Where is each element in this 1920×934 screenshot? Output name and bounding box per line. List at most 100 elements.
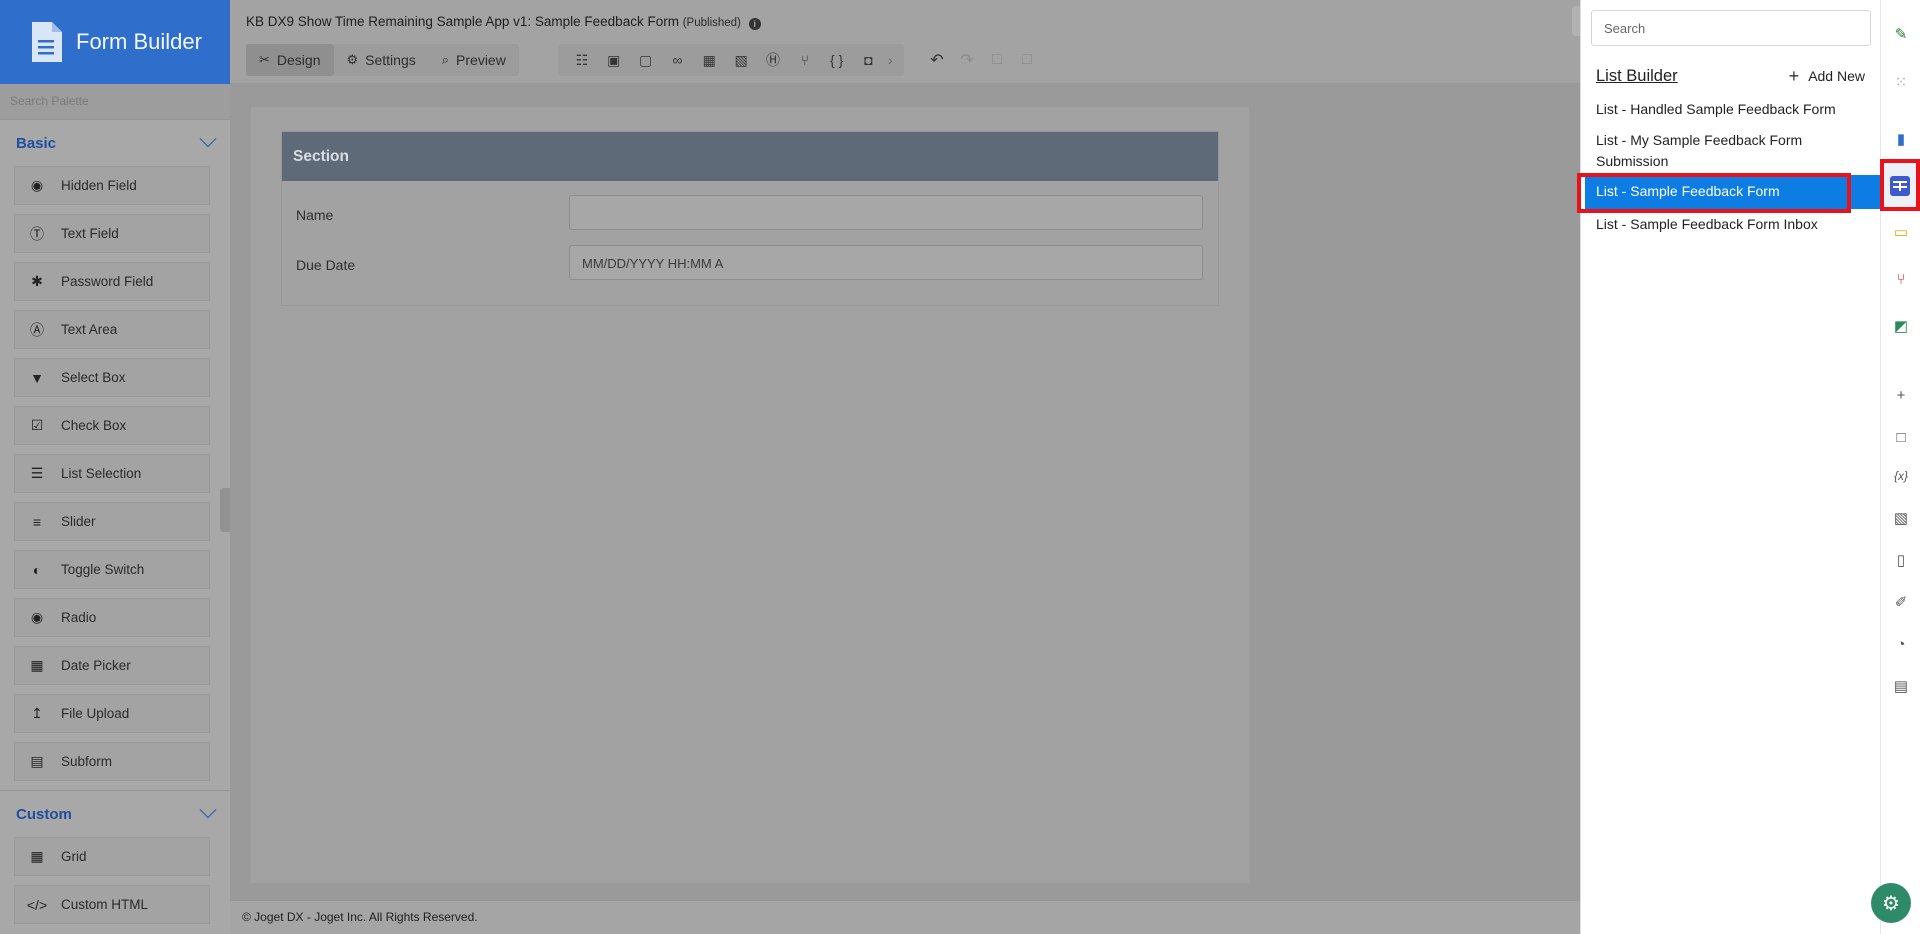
flyout-heading[interactable]: List Builder bbox=[1596, 67, 1678, 86]
builder-icon-rail: ✎ ⁙ ▮ ▭ ⑂ ◩ + □ {x} ▧ ▯ ✐ ◔ ▤ bbox=[1880, 0, 1920, 934]
add-new-button[interactable]: + Add New bbox=[1788, 66, 1865, 86]
plus-icon: + bbox=[1788, 66, 1800, 86]
tab-settings[interactable]: ⚙ Settings bbox=[334, 44, 429, 76]
palette-item-hidden-field[interactable]: ◉ Hidden Field bbox=[14, 166, 210, 205]
note-icon[interactable]: □ bbox=[1889, 425, 1913, 449]
tab-design[interactable]: ✂ Design bbox=[246, 44, 334, 76]
palette-item-custom-html[interactable]: </> Custom HTML bbox=[14, 885, 210, 924]
form-section[interactable]: Section Name Due Date MM/DD/YYYY HH:MM A bbox=[281, 131, 1219, 306]
flyout-list-item[interactable]: List - Handled Sample Feedback Form bbox=[1596, 99, 1868, 120]
tool-strip: ☷ ▣ ▢ ∞ ▦ ▧ Ⓗ ⑂ { } ◘ › bbox=[558, 44, 904, 76]
app-title: Form Builder bbox=[76, 29, 202, 54]
list-builder-flyout: Search List Builder + Add New List - Han… bbox=[1580, 0, 1880, 934]
fill-bucket-icon[interactable]: ◩ bbox=[1889, 314, 1913, 338]
subform-icon: ▤ bbox=[30, 753, 44, 769]
branch-icon[interactable]: ⑂ bbox=[789, 52, 821, 68]
gear-icon: ⚙ bbox=[346, 52, 359, 67]
calendar-icon: ▦ bbox=[30, 657, 44, 673]
log-icon[interactable]: ▤ bbox=[1889, 674, 1913, 698]
glasses-icon[interactable]: ∞ bbox=[662, 52, 694, 68]
userview-builder-icon[interactable]: ▭ bbox=[1889, 220, 1913, 244]
chevron-down-icon bbox=[199, 801, 217, 819]
chevron-right-icon[interactable]: › bbox=[884, 52, 896, 68]
undo-icon[interactable]: ↶ bbox=[922, 50, 952, 70]
design-icon: ✂ bbox=[259, 52, 270, 67]
preview-icon: ⌕ bbox=[441, 52, 450, 67]
palette-group-custom[interactable]: Custom bbox=[0, 791, 230, 837]
paste-icon[interactable]: □ bbox=[1012, 51, 1042, 69]
code-icon: </> bbox=[26, 896, 48, 913]
palette-item-date-picker[interactable]: ▦ Date Picker bbox=[14, 646, 210, 685]
builder-toolbar: KB DX9 Show Time Remaining Sample App v1… bbox=[230, 0, 1580, 84]
form-title: KB DX9 Show Time Remaining Sample App v1… bbox=[246, 14, 761, 30]
document-icon bbox=[32, 22, 62, 62]
toggle-icon: ◐ bbox=[32, 561, 42, 578]
settings-gear-icon[interactable]: ⚙ bbox=[1871, 883, 1911, 923]
element-palette: Search Palette Basic ◉ Hidden Field Ⓣ Text… bbox=[0, 84, 230, 934]
grid-icon: ▦ bbox=[30, 848, 44, 864]
camera-icon[interactable]: ◘ bbox=[853, 52, 885, 68]
selection-highlight bbox=[1577, 173, 1851, 213]
select-box-icon: ▼ bbox=[30, 369, 44, 386]
info-icon[interactable]: i bbox=[748, 18, 761, 30]
chevron-down-icon bbox=[199, 130, 217, 148]
footer-copyright: © Joget DX - Joget Inc. All Rights Reser… bbox=[230, 900, 1580, 934]
translate-icon[interactable]: ▧ bbox=[1889, 506, 1913, 530]
properties-icon[interactable]: ▣ bbox=[598, 52, 630, 69]
palette-item-grid[interactable]: ▦ Grid bbox=[14, 837, 210, 876]
text-area-icon: Ⓐ bbox=[30, 321, 44, 338]
name-input[interactable] bbox=[569, 195, 1203, 230]
plugin-icon[interactable]: ✐ bbox=[1889, 590, 1913, 614]
palette-item-select-box[interactable]: ▼ Select Box bbox=[14, 358, 210, 397]
palette-item-password-field[interactable]: ✱ Password Field bbox=[14, 262, 210, 301]
flyout-list-item[interactable]: List - My Sample Feedback Form Submissio… bbox=[1596, 130, 1868, 172]
form-builder-icon[interactable]: ▮ bbox=[1889, 127, 1913, 151]
flyout-list-item[interactable]: List - Sample Feedback Form Inbox bbox=[1596, 214, 1868, 235]
braces-icon[interactable]: { } bbox=[821, 52, 853, 68]
due-date-input[interactable]: MM/DD/YYYY HH:MM A bbox=[569, 245, 1203, 280]
palette-group-label: Custom bbox=[16, 805, 72, 823]
flyout-search-input[interactable]: Search bbox=[1591, 10, 1871, 46]
palette-item-subform[interactable]: ▤ Subform bbox=[14, 742, 210, 781]
publish-status: (Published) bbox=[682, 17, 741, 29]
builder-tabs: ✂ Design ⚙ Settings ⌕ Preview bbox=[246, 44, 519, 76]
history-controls: ↶ ↷ □ □ bbox=[922, 44, 1042, 76]
field-row-due-date[interactable]: Due Date MM/DD/YYYY HH:MM A bbox=[282, 239, 1218, 289]
field-row-name[interactable]: Name bbox=[282, 189, 1218, 239]
app-logo[interactable]: Form Builder bbox=[0, 0, 230, 84]
palette-item-file-upload[interactable]: ↥ File Upload bbox=[14, 694, 210, 733]
performance-icon[interactable]: ◔ bbox=[1889, 632, 1913, 656]
palette-collapse-handle[interactable] bbox=[220, 488, 230, 532]
palette-group-basic[interactable]: Basic bbox=[0, 120, 230, 166]
list-builder-icon bbox=[1890, 176, 1910, 196]
help-icon[interactable]: Ⓗ bbox=[757, 50, 789, 70]
text-field-icon: Ⓣ bbox=[30, 225, 44, 242]
palette-item-toggle-switch[interactable]: ◐ Toggle Switch bbox=[14, 550, 210, 589]
variable-icon[interactable]: {x} bbox=[1889, 464, 1913, 488]
redo-icon[interactable]: ↷ bbox=[952, 50, 982, 70]
list-icon: ☰ bbox=[30, 465, 44, 481]
palette-item-list-selection[interactable]: ☰ List Selection bbox=[14, 454, 210, 493]
palette-group-label: Basic bbox=[16, 134, 57, 152]
palette-search-input[interactable]: Search Palette bbox=[0, 84, 230, 120]
section-title: Section bbox=[282, 132, 1218, 181]
edit-icon[interactable]: ✎ bbox=[1889, 22, 1913, 46]
palette-item-check-box[interactable]: ☑ Check Box bbox=[14, 406, 210, 445]
field-label: Due Date bbox=[296, 257, 356, 273]
palette-item-text-field[interactable]: Ⓣ Text Field bbox=[14, 214, 210, 253]
document-icon[interactable]: ▯ bbox=[1889, 548, 1913, 572]
translate-icon[interactable]: ▧ bbox=[725, 52, 757, 69]
process-builder-icon[interactable]: ⑂ bbox=[1889, 267, 1913, 291]
table-icon[interactable]: ▦ bbox=[693, 52, 725, 69]
tree-view-icon[interactable]: ☷ bbox=[566, 52, 598, 69]
tab-preview[interactable]: ⌕ Preview bbox=[429, 44, 519, 76]
checkbox-icon: ☑ bbox=[30, 417, 44, 433]
plus-icon[interactable]: + bbox=[1889, 383, 1913, 407]
palette-item-text-area[interactable]: Ⓐ Text Area bbox=[14, 310, 210, 349]
drag-handle-icon[interactable]: ⁙ bbox=[1889, 70, 1913, 94]
copy-icon[interactable]: □ bbox=[982, 51, 1012, 69]
palette-item-radio[interactable]: ◉ Radio bbox=[14, 598, 210, 637]
lock-icon[interactable]: ▢ bbox=[630, 52, 662, 69]
palette-item-slider[interactable]: ≡ Slider bbox=[14, 502, 210, 541]
upload-icon: ↥ bbox=[31, 705, 43, 721]
